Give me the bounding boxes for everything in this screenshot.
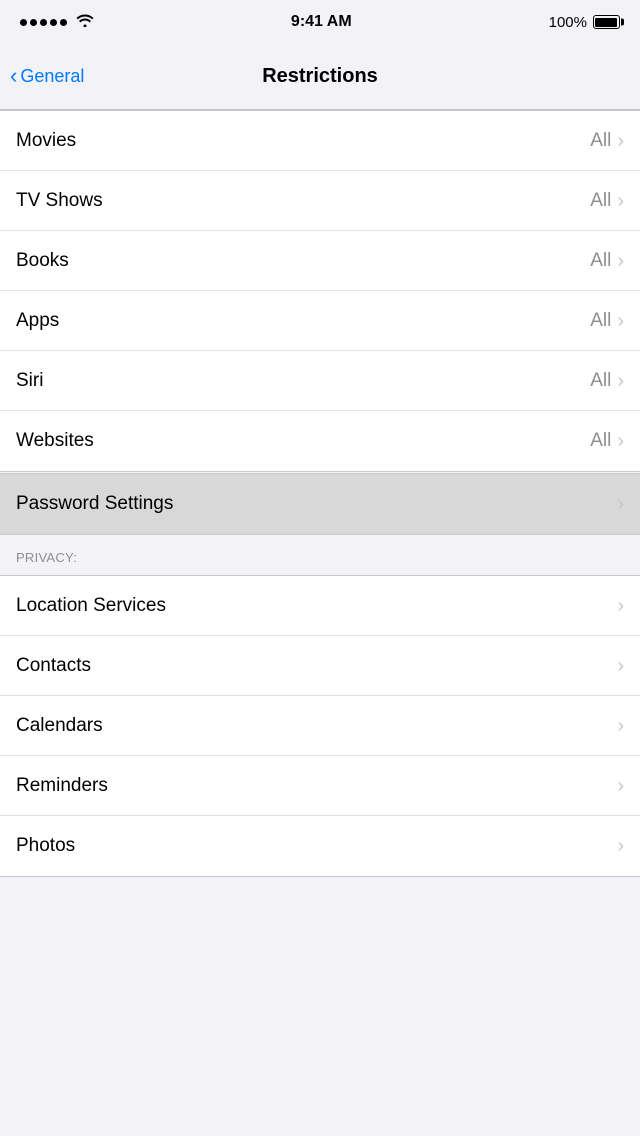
password-settings-row[interactable]: Password Settings ›: [0, 474, 640, 534]
movies-chevron-icon: ›: [617, 131, 624, 151]
tv-shows-chevron-icon: ›: [617, 191, 624, 211]
privacy-section: Location Services › Contacts › Calendars…: [0, 575, 640, 877]
signal-dot-3: [40, 19, 47, 26]
reminders-right: ›: [617, 776, 624, 796]
photos-label: Photos: [16, 835, 75, 857]
websites-row[interactable]: Websites All ›: [0, 411, 640, 471]
battery-icon-container: [593, 15, 620, 29]
battery-icon: [593, 15, 620, 29]
websites-chevron-icon: ›: [617, 431, 624, 451]
nav-back-label: General: [20, 66, 84, 87]
password-settings-right: ›: [617, 494, 624, 514]
location-services-row[interactable]: Location Services ›: [0, 576, 640, 636]
apps-value: All: [590, 310, 611, 332]
location-services-chevron-icon: ›: [617, 596, 624, 616]
status-time: 9:41 AM: [291, 13, 352, 31]
tv-shows-right: All ›: [590, 190, 624, 212]
battery-percent: 100%: [549, 14, 587, 31]
movies-right: All ›: [590, 130, 624, 152]
allowed-content-section: Movies All › TV Shows All › Books All › …: [0, 110, 640, 472]
siri-value: All: [590, 370, 611, 392]
books-value: All: [590, 250, 611, 272]
signal-dot-5: [60, 19, 67, 26]
websites-right: All ›: [590, 430, 624, 452]
websites-label: Websites: [16, 430, 94, 452]
photos-row[interactable]: Photos ›: [0, 816, 640, 876]
books-chevron-icon: ›: [617, 251, 624, 271]
contacts-right: ›: [617, 656, 624, 676]
password-settings-label: Password Settings: [16, 493, 173, 515]
photos-right: ›: [617, 836, 624, 856]
settings-content: Movies All › TV Shows All › Books All › …: [0, 110, 640, 877]
books-right: All ›: [590, 250, 624, 272]
password-settings-chevron-icon: ›: [617, 494, 624, 514]
location-services-label: Location Services: [16, 595, 166, 617]
signal-dot-2: [30, 19, 37, 26]
contacts-chevron-icon: ›: [617, 656, 624, 676]
tv-shows-row[interactable]: TV Shows All ›: [0, 171, 640, 231]
status-bar: 9:41 AM 100%: [0, 0, 640, 44]
calendars-right: ›: [617, 716, 624, 736]
privacy-section-header: PRIVACY:: [0, 535, 640, 575]
wifi-icon: [76, 13, 94, 32]
apps-right: All ›: [590, 310, 624, 332]
signal-dot-4: [50, 19, 57, 26]
movies-value: All: [590, 130, 611, 152]
tv-shows-value: All: [590, 190, 611, 212]
siri-label: Siri: [16, 370, 43, 392]
calendars-row[interactable]: Calendars ›: [0, 696, 640, 756]
apps-label: Apps: [16, 310, 59, 332]
back-chevron-icon: ‹: [10, 65, 17, 87]
password-section: Password Settings ›: [0, 473, 640, 535]
apps-row[interactable]: Apps All ›: [0, 291, 640, 351]
reminders-chevron-icon: ›: [617, 776, 624, 796]
nav-back-button[interactable]: ‹ General: [10, 66, 84, 87]
nav-bar: ‹ General Restrictions: [0, 44, 640, 110]
page-title: Restrictions: [262, 65, 378, 88]
websites-value: All: [590, 430, 611, 452]
status-left: [20, 13, 94, 32]
movies-label: Movies: [16, 130, 76, 152]
contacts-label: Contacts: [16, 655, 91, 677]
calendars-label: Calendars: [16, 715, 103, 737]
privacy-header-label: PRIVACY:: [16, 550, 77, 565]
siri-chevron-icon: ›: [617, 371, 624, 391]
books-label: Books: [16, 250, 69, 272]
reminders-row[interactable]: Reminders ›: [0, 756, 640, 816]
tv-shows-label: TV Shows: [16, 190, 103, 212]
contacts-row[interactable]: Contacts ›: [0, 636, 640, 696]
signal-dot-1: [20, 19, 27, 26]
reminders-label: Reminders: [16, 775, 108, 797]
status-right: 100%: [549, 14, 620, 31]
photos-chevron-icon: ›: [617, 836, 624, 856]
apps-chevron-icon: ›: [617, 311, 624, 331]
location-services-right: ›: [617, 596, 624, 616]
movies-row[interactable]: Movies All ›: [0, 111, 640, 171]
calendars-chevron-icon: ›: [617, 716, 624, 736]
signal-dots: [20, 19, 67, 26]
battery-fill: [595, 18, 617, 27]
siri-row[interactable]: Siri All ›: [0, 351, 640, 411]
books-row[interactable]: Books All ›: [0, 231, 640, 291]
siri-right: All ›: [590, 370, 624, 392]
